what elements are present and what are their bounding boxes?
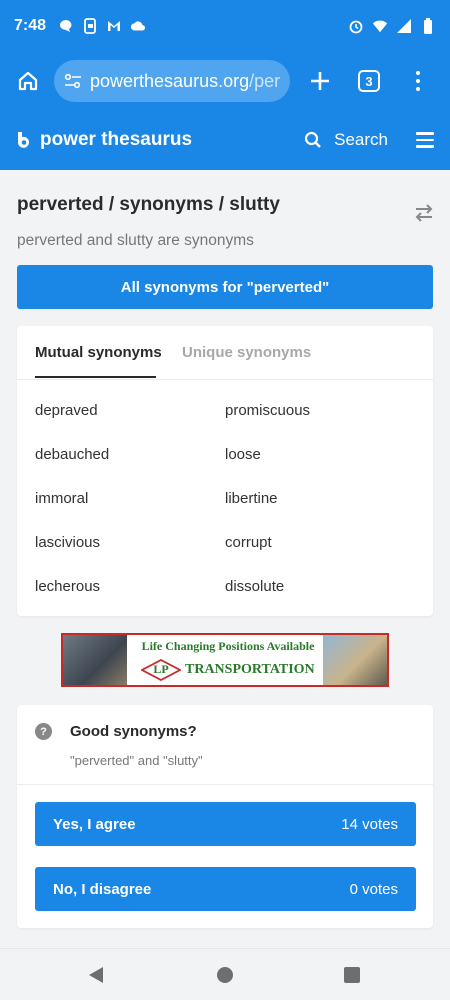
system-icons [348, 18, 436, 34]
all-synonyms-button[interactable]: All synonyms for "perverted" [17, 265, 433, 309]
disagree-label: No, I disagree [53, 880, 152, 898]
ad-banner[interactable]: Life Changing Positions Available LP TRA… [61, 633, 389, 687]
divider [17, 784, 433, 785]
url-domain: powerthesaurus.org [90, 70, 250, 91]
cloud-icon [130, 18, 146, 34]
alarm-icon [348, 18, 364, 34]
synonym-link[interactable]: debauched [35, 446, 109, 463]
page-subtitle: perverted and slutty are synonyms [17, 232, 254, 249]
synonym-tabs: Mutual synonyms Unique synonyms [17, 326, 433, 380]
hamburger-menu-icon[interactable] [416, 132, 434, 148]
vote-card: ? Good synonyms? "perverted" and "slutty… [17, 705, 433, 928]
synonym-link[interactable]: corrupt [225, 534, 272, 551]
synonym-link[interactable]: loose [225, 446, 261, 463]
battery-icon [420, 18, 436, 34]
search-label: Search [334, 130, 388, 149]
browser-menu-button[interactable] [406, 65, 430, 97]
synonym-link[interactable]: lascivious [35, 534, 100, 551]
system-nav-bar [0, 948, 450, 1000]
synonym-link[interactable]: libertine [225, 490, 278, 507]
tab-mutual-synonyms[interactable]: Mutual synonyms [35, 344, 162, 361]
vote-question: Good synonyms? [70, 723, 197, 740]
vote-pair: "perverted" and "slutty" [70, 753, 203, 768]
ad-logo-text: LP [153, 662, 169, 676]
home-icon [18, 71, 38, 91]
swap-icon[interactable] [414, 204, 434, 222]
question-icon: ? [35, 723, 52, 740]
ad-company: TRANSPORTATION [185, 662, 315, 677]
back-icon[interactable] [88, 966, 104, 984]
disagree-button[interactable]: No, I disagree 0 votes [35, 867, 416, 911]
ad-headline: Life Changing Positions Available [141, 639, 315, 653]
status-bar: 7:48 [0, 0, 450, 52]
ad-logo: LP [140, 658, 182, 682]
synonym-link[interactable]: depraved [35, 402, 98, 419]
site-settings-icon[interactable] [64, 73, 82, 89]
notification-icons [58, 18, 146, 34]
ad-photo-right [323, 635, 387, 685]
disagree-votes: 0 votes [349, 880, 398, 898]
dot-icon [416, 87, 420, 91]
phone-lock-icon [82, 18, 98, 34]
url-path: /per [249, 70, 281, 91]
home-nav-icon[interactable] [217, 967, 233, 983]
agree-button[interactable]: Yes, I agree 14 votes [35, 802, 416, 846]
synonym-link[interactable]: lecherous [35, 578, 100, 595]
synonym-link[interactable]: dissolute [225, 578, 284, 595]
search-button[interactable]: Search [304, 130, 388, 150]
active-tab-indicator [35, 376, 156, 378]
ad-photo-left [63, 635, 127, 685]
clock: 7:48 [14, 17, 47, 34]
tab-switcher-button[interactable]: 3 [358, 70, 380, 92]
dot-icon [416, 79, 420, 83]
synonym-link[interactable]: promiscuous [225, 402, 310, 419]
chat-bubble-icon [58, 18, 74, 34]
search-icon [305, 131, 321, 148]
site-logo[interactable]: power thesaurus [16, 129, 192, 151]
logo-text: power thesaurus [40, 129, 193, 150]
page-title: perverted / synonyms / slutty [17, 194, 280, 215]
site-header: power thesaurus Search [0, 110, 450, 170]
url-bar[interactable]: powerthesaurus.org/per [54, 60, 290, 102]
dot-icon [416, 71, 420, 75]
main-content: perverted / synonyms / slutty perverted … [0, 170, 450, 948]
gmail-icon [106, 18, 122, 34]
plus-icon [311, 72, 329, 90]
home-button[interactable] [12, 65, 44, 97]
browser-toolbar: powerthesaurus.org/per 3 [0, 52, 450, 110]
recents-icon[interactable] [344, 967, 360, 983]
synonyms-card: Mutual synonyms Unique synonyms depraved… [17, 326, 433, 616]
tab-unique-synonyms[interactable]: Unique synonyms [182, 344, 311, 361]
wifi-icon [372, 18, 388, 34]
agree-label: Yes, I agree [53, 815, 136, 833]
agree-votes: 14 votes [341, 815, 398, 833]
synonym-link[interactable]: immoral [35, 490, 88, 507]
logo-icon [18, 132, 29, 148]
new-tab-button[interactable] [304, 65, 336, 97]
signal-icon [396, 18, 412, 34]
